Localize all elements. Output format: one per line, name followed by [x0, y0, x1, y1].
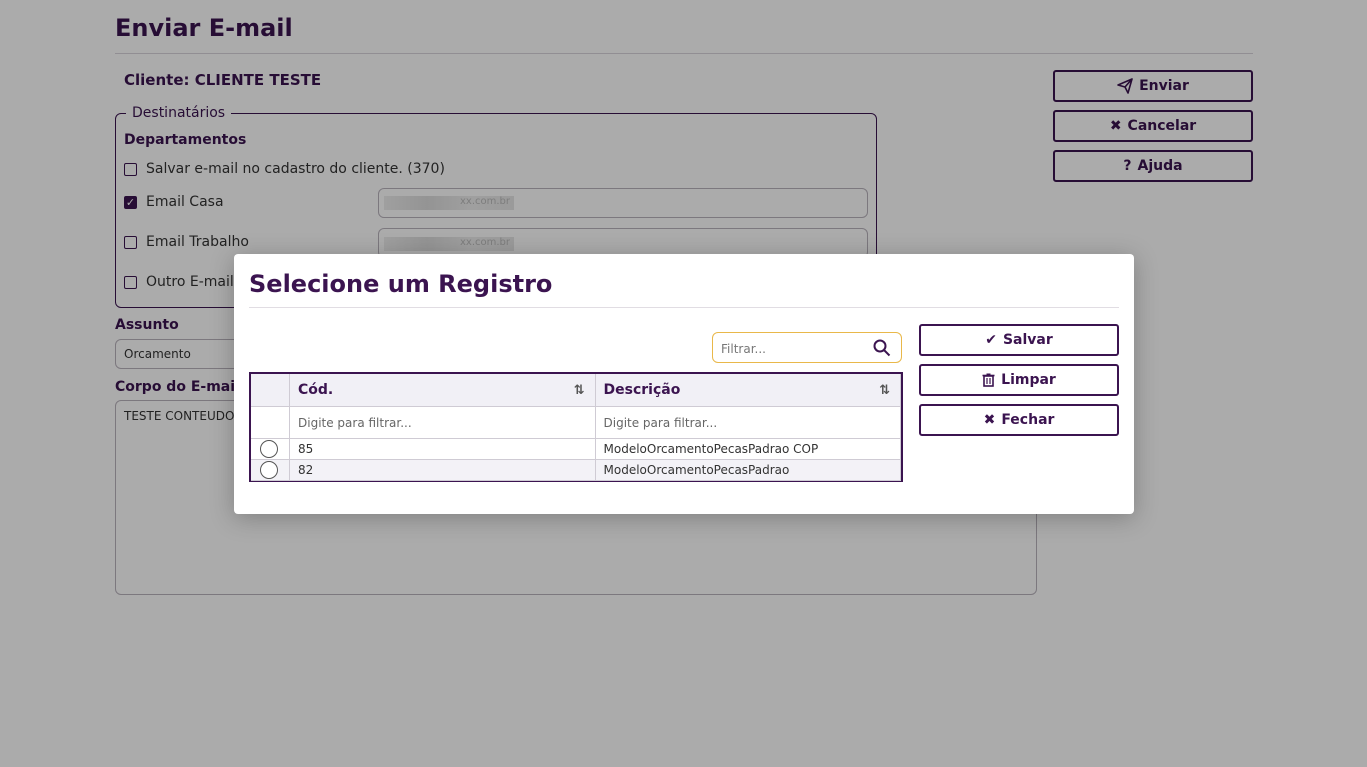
cod-cell: 82 [289, 459, 596, 481]
cod-cell: 85 [289, 438, 596, 460]
limpar-label: Limpar [1001, 372, 1056, 388]
cod-column-header[interactable]: Cód. ⇅ [289, 374, 596, 407]
descricao-column-filter[interactable]: Digite para filtrar... [595, 406, 901, 439]
trash-icon [982, 373, 995, 387]
table-row[interactable]: 82 ModeloOrcamentoPecasPadrao [251, 459, 901, 481]
search-icon[interactable] [873, 339, 891, 357]
close-icon: ✖ [983, 412, 996, 428]
check-icon: ✔ [985, 332, 997, 348]
column-filter-row: Digite para filtrar... Digite para filtr… [251, 406, 901, 439]
row-select-cell [251, 438, 290, 460]
fechar-label: Fechar [1001, 412, 1055, 428]
filter-row-spacer [251, 406, 290, 439]
records-grid: Cód. ⇅ Descrição ⇅ Digite para filtrar..… [249, 372, 903, 482]
table-row[interactable]: 85 ModeloOrcamentoPecasPadrao COP [251, 438, 901, 460]
descricao-column-label: Descrição [603, 382, 681, 398]
row-select-cell [251, 459, 290, 481]
salvar-button[interactable]: ✔ Salvar [919, 324, 1119, 356]
cod-column-label: Cód. [298, 382, 334, 398]
sort-icon[interactable]: ⇅ [879, 383, 890, 398]
select-column-header [251, 374, 290, 407]
fechar-button[interactable]: ✖ Fechar [919, 404, 1119, 436]
grid-header: Cód. ⇅ Descrição ⇅ [251, 374, 901, 407]
row-radio[interactable] [260, 440, 278, 458]
select-record-modal: Selecione um Registro Cód. ⇅ Descrição ⇅… [234, 254, 1134, 514]
limpar-button[interactable]: Limpar [919, 364, 1119, 396]
modal-filter[interactable] [712, 332, 902, 363]
descricao-column-header[interactable]: Descrição ⇅ [595, 374, 901, 407]
sort-icon[interactable]: ⇅ [574, 383, 585, 398]
modal-title: Selecione um Registro [249, 270, 553, 298]
cod-column-filter[interactable]: Digite para filtrar... [289, 406, 596, 439]
descricao-cell: ModeloOrcamentoPecasPadrao COP [595, 438, 901, 460]
filter-input[interactable] [719, 339, 873, 359]
salvar-label: Salvar [1002, 332, 1053, 348]
row-radio[interactable] [260, 461, 278, 479]
modal-divider [249, 307, 1119, 308]
descricao-cell: ModeloOrcamentoPecasPadrao [595, 459, 901, 481]
